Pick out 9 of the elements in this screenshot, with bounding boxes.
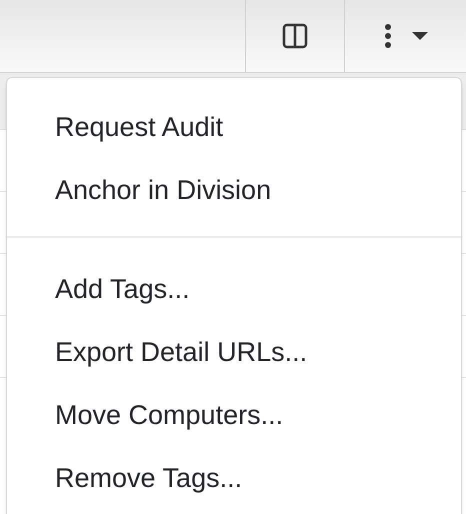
- menu-item[interactable]: Export Detail URLs...: [7, 321, 461, 384]
- columns-icon: [282, 23, 308, 49]
- caret-icon: [412, 32, 428, 40]
- menu-item[interactable]: Anchor in Division: [7, 159, 461, 222]
- menu-item[interactable]: Add Tags...: [7, 258, 461, 321]
- menu-item[interactable]: Remove Tags...: [7, 447, 461, 510]
- menu-item[interactable]: Move Computers...: [7, 384, 461, 447]
- menu-item[interactable]: Request Audit: [7, 96, 461, 159]
- kebab-icon: [384, 23, 392, 49]
